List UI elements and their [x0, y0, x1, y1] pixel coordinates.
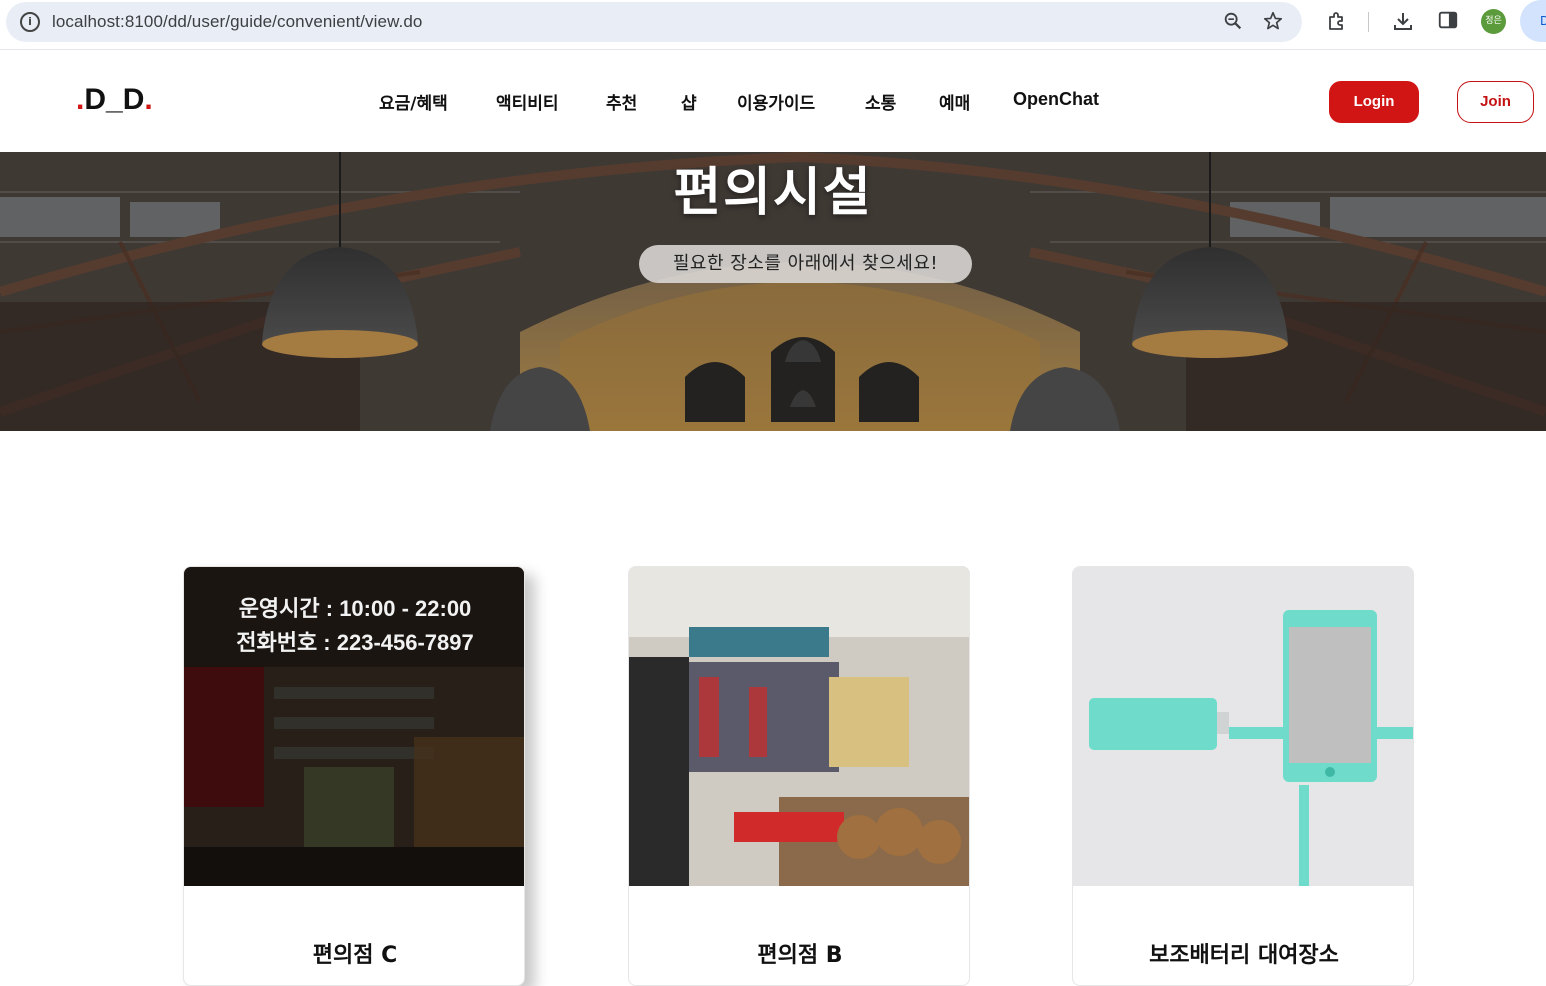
facility-card-store-b[interactable]: 편의점 B: [628, 566, 970, 986]
browser-toolbar: i localhost:8100/dd/user/guide/convenien…: [0, 0, 1546, 50]
extensions-icon[interactable]: [1324, 9, 1350, 35]
site-info-icon[interactable]: i: [20, 12, 40, 32]
bookmark-star-icon[interactable]: [1261, 10, 1285, 34]
store-c-phone: 전화번호 : 223-456-7897: [236, 630, 474, 655]
nav-item-usage-guide[interactable]: 이용가이드: [737, 89, 815, 114]
download-icon[interactable]: [1390, 9, 1416, 35]
nav-item-shop[interactable]: 샵: [681, 89, 697, 114]
profile-avatar[interactable]: 정은: [1481, 9, 1506, 34]
zoom-icon[interactable]: [1221, 10, 1245, 34]
card-title: 보조배터리 대여장소: [1149, 943, 1339, 968]
hero-subtitle: 필요한 장소를 아래에서 찾으세요!: [639, 245, 972, 283]
join-button[interactable]: Join: [1457, 81, 1534, 123]
hero-title: 편의시설: [673, 163, 873, 223]
side-panel-icon[interactable]: [1435, 9, 1461, 35]
logo-text: D_D: [84, 83, 145, 116]
toolbar-divider: [1368, 12, 1369, 32]
nav-item-fees-benefits[interactable]: 요금/혜택: [379, 89, 448, 114]
card-title: 편의점 B: [757, 943, 843, 968]
address-bar[interactable]: i localhost:8100/dd/user/guide/convenien…: [6, 2, 1302, 42]
nav-item-openchat[interactable]: OpenChat: [1013, 89, 1099, 110]
logo-dot-right: .: [144, 83, 153, 116]
url-text[interactable]: localhost:8100/dd/user/guide/convenient/…: [52, 12, 422, 32]
profile-pill[interactable]: D: [1520, 0, 1546, 42]
hero-banner: 편의시설 필요한 장소를 아래에서 찾으세요!: [0, 152, 1546, 431]
facility-card-store-c[interactable]: 운영시간 : 10:00 - 22:00 전화번호 : 223-456-7897…: [183, 566, 525, 986]
store-b-image: [629, 567, 969, 886]
nav-item-recommend[interactable]: 추천: [606, 89, 637, 114]
nav-item-booking[interactable]: 예매: [939, 89, 970, 114]
store-c-hours: 운영시간 : 10:00 - 22:00: [238, 596, 472, 621]
nav-item-community[interactable]: 소통: [865, 89, 896, 114]
login-button[interactable]: Login: [1329, 81, 1419, 123]
facility-card-battery-rental[interactable]: 보조배터리 대여장소: [1072, 566, 1414, 986]
site-logo[interactable]: .D_D.: [76, 83, 153, 117]
nav-item-activities[interactable]: 액티비티: [496, 89, 559, 114]
card-title: 편의점 C: [312, 943, 398, 968]
site-header: .D_D. 요금/혜택 액티비티 추천 샵 이용가이드 소통 예매 OpenCh…: [0, 51, 1546, 152]
battery-rental-image: [1073, 567, 1413, 886]
